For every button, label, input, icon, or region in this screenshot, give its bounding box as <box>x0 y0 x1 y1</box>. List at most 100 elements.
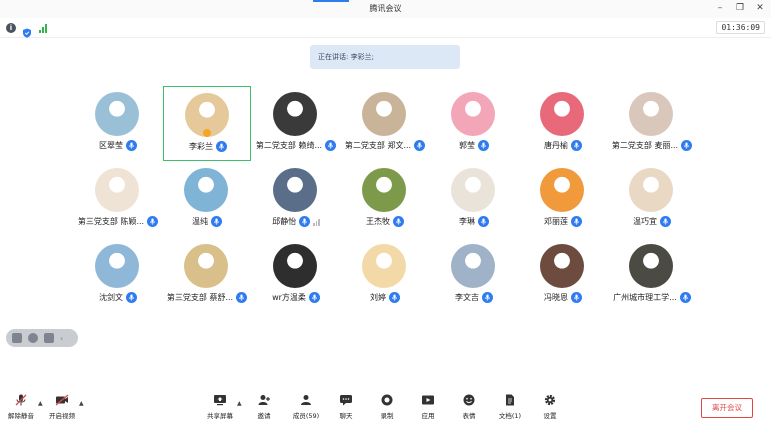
record-button[interactable]: 录制 <box>370 394 404 422</box>
bottom-toolbar: 解除静音 ▲ 开启视频 ▲ 共享屏幕 ▲ 邀请 成员(59) 聊天 录制 应用 … <box>0 388 771 422</box>
members-icon <box>299 394 313 406</box>
microphone-icon <box>571 292 582 303</box>
participant-name: 唐丹榆 <box>544 141 568 150</box>
participant-name: 第二党支部 麦丽... <box>611 141 679 150</box>
participant-name: 李文吉 <box>455 293 479 302</box>
microphone-icon <box>571 216 582 227</box>
photo-avatar-icon <box>95 92 139 136</box>
minimize-icon[interactable]: – <box>715 2 725 14</box>
chevron-up-icon[interactable]: ▲ <box>38 400 43 407</box>
document-icon <box>503 394 517 406</box>
participant-tile[interactable]: 第二党支部 麦丽... <box>608 86 696 161</box>
host-badge-icon <box>203 129 211 137</box>
microphone-icon <box>308 292 320 303</box>
chevron-up-icon[interactable]: ▲ <box>237 400 242 407</box>
photo-avatar-icon <box>629 92 673 136</box>
share-screen-label: 共享屏幕 <box>207 412 233 420</box>
photo-avatar-icon <box>540 168 584 212</box>
emoji-label: 表情 <box>462 412 476 420</box>
microphone-icon <box>478 140 489 151</box>
video-off-icon <box>55 394 69 406</box>
chat-label: 聊天 <box>339 412 353 420</box>
microphone-icon <box>389 292 400 303</box>
participant-name: 第三党支部 蔡舒... <box>166 293 234 302</box>
participant-tile[interactable]: 温巧宜 <box>608 162 696 237</box>
share-screen-icon <box>213 394 227 406</box>
invite-button[interactable]: 邀请 <box>247 394 281 422</box>
participant-name: 邱静怡 <box>272 217 297 226</box>
meeting-info-bar: i 01:36:09 <box>0 19 771 38</box>
apps-button[interactable]: 应用 <box>411 394 445 422</box>
participant-name: wr方温柔 <box>272 293 306 302</box>
volume-level-icon <box>313 218 320 226</box>
window-controls: – ❐ ✕ <box>715 2 765 14</box>
gallery-view-icon[interactable] <box>44 333 54 343</box>
participant-name: 广州城市理工学... <box>613 293 677 302</box>
participant-name-row: 温巧宜 <box>592 215 712 228</box>
settings-button[interactable]: 设置 <box>533 394 567 422</box>
participant-name: 第二党支部 赖绮... <box>255 141 323 150</box>
gear-icon <box>543 394 557 406</box>
speaker-view-icon[interactable] <box>28 333 38 343</box>
participant-name: 冯晓恩 <box>544 293 568 302</box>
invite-label: 邀请 <box>257 412 271 420</box>
photo-avatar-icon <box>451 244 495 288</box>
participant-name: 刘婷 <box>370 293 386 302</box>
chat-button[interactable]: 聊天 <box>329 394 363 422</box>
members-button[interactable]: 成员(59) <box>289 394 323 422</box>
close-icon[interactable]: ✕ <box>755 2 765 14</box>
start-video-button[interactable]: 开启视频 <box>45 394 79 422</box>
start-video-label: 开启视频 <box>49 412 75 420</box>
shield-icon[interactable] <box>22 23 32 38</box>
participant-name: 温纯 <box>192 217 208 226</box>
microphone-icon <box>126 292 137 303</box>
photo-avatar-icon <box>362 168 406 212</box>
restore-icon[interactable]: ❐ <box>735 2 745 14</box>
microphone-icon <box>679 292 691 303</box>
layout-tools: ‹ <box>6 329 78 347</box>
apps-icon <box>421 394 435 406</box>
chevron-up-icon[interactable]: ▲ <box>79 400 84 407</box>
unmute-button[interactable]: 解除静音 <box>4 394 38 422</box>
record-icon <box>380 394 394 406</box>
leave-meeting-button[interactable]: 离开会议 <box>701 398 753 418</box>
participant-name-row: 广州城市理工学... <box>592 291 712 304</box>
window-title: 腾讯会议 <box>369 4 402 13</box>
settings-label: 设置 <box>543 412 557 420</box>
microphone-icon <box>126 140 137 151</box>
microphone-icon <box>681 140 693 151</box>
mic-muted-icon <box>14 394 28 406</box>
emoji-icon <box>462 394 476 406</box>
microphone-icon <box>216 141 227 152</box>
share-screen-button[interactable]: 共享屏幕 <box>203 394 237 422</box>
chat-icon <box>339 394 353 406</box>
participant-name: 王杰牧 <box>366 217 390 226</box>
participant-name: 沈剑文 <box>99 293 123 302</box>
info-icon[interactable]: i <box>6 23 16 33</box>
record-label: 录制 <box>380 412 394 420</box>
participant-name: 李彩兰 <box>189 142 213 151</box>
microphone-icon <box>299 216 311 227</box>
participant-name: 第二党支部 郑文... <box>344 141 412 150</box>
photo-avatar-icon <box>184 244 228 288</box>
unmute-label: 解除静音 <box>8 412 34 420</box>
meeting-timer: 01:36:09 <box>716 21 765 34</box>
participant-tile[interactable]: 广州城市理工学... <box>608 238 696 313</box>
emoji-button[interactable]: 表情 <box>452 394 486 422</box>
signal-icon[interactable] <box>39 23 49 33</box>
photo-avatar-icon <box>184 168 228 212</box>
documents-button[interactable]: 文档(1) <box>493 394 527 422</box>
apps-label: 应用 <box>421 412 435 420</box>
photo-avatar-icon <box>629 168 673 212</box>
participant-name: 区翠莹 <box>99 141 123 150</box>
photo-avatar-icon <box>540 92 584 136</box>
chevron-left-icon[interactable]: ‹ <box>60 334 63 343</box>
photo-avatar-icon <box>540 244 584 288</box>
title-bar: 腾讯会议 – ❐ ✕ <box>0 0 771 18</box>
photo-avatar-icon <box>273 244 317 288</box>
grid-view-icon[interactable] <box>12 333 22 343</box>
speaking-indicator: 正在讲话: 李彩兰; <box>310 45 460 69</box>
participant-name: 温巧宜 <box>633 217 657 226</box>
photo-avatar-icon <box>362 92 406 136</box>
participant-name: 第三党支部 陈颖... <box>77 217 145 226</box>
